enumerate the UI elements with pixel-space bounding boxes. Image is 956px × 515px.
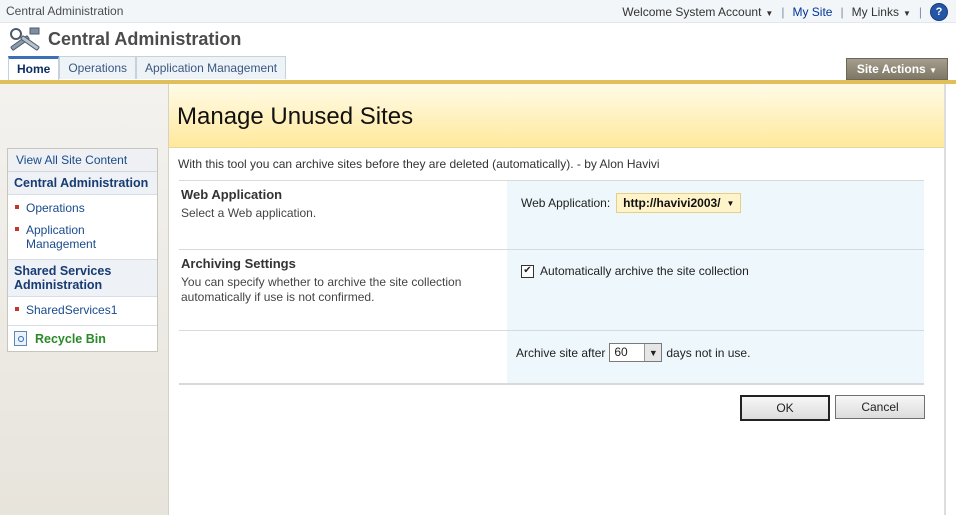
left-navigation: View All Site Content Central Administra… <box>0 84 169 515</box>
nav-item-operations[interactable]: Operations <box>8 197 157 219</box>
nav-item-application-management[interactable]: Application Management <box>8 219 157 255</box>
quick-launch: View All Site Content Central Administra… <box>7 148 158 352</box>
help-icon[interactable]: ? <box>930 3 948 21</box>
auto-archive-label: Automatically archive the site collectio… <box>540 264 749 278</box>
top-nav-tabs: Home Operations Application Management S… <box>0 56 956 84</box>
archive-after-prefix: Archive site after <box>516 345 606 360</box>
section-description: Select a Web application. <box>181 206 317 220</box>
recycle-bin-link[interactable]: Recycle Bin <box>8 326 157 351</box>
nav-item-sharedservices1[interactable]: SharedServices1 <box>8 299 157 321</box>
my-links-label: My Links <box>851 5 899 19</box>
welcome-menu[interactable]: Welcome System Account ▼ <box>622 5 773 19</box>
top-links: Welcome System Account ▼ | My Site | My L… <box>622 3 948 21</box>
tab-operations[interactable]: Operations <box>59 56 137 79</box>
recycle-bin-icon <box>14 331 27 346</box>
section-controls: Archive site after 60 ▼ days not in use. <box>507 331 924 383</box>
view-all-site-content-link[interactable]: View All Site Content <box>8 149 157 172</box>
nav-heading-shared-services[interactable]: Shared Services Administration <box>8 260 157 297</box>
chevron-down-icon: ▼ <box>765 9 774 18</box>
ok-button[interactable]: OK <box>740 395 830 421</box>
nav-heading-central-administration[interactable]: Central Administration <box>8 172 157 195</box>
web-application-selector[interactable]: http://havivi2003/ ▼ <box>616 193 742 213</box>
section-title: Archiving Settings <box>181 256 296 271</box>
separator: | <box>918 5 922 19</box>
section-title: Web Application <box>181 187 283 202</box>
chevron-down-icon: ▼ <box>902 9 911 18</box>
my-site-link[interactable]: My Site <box>792 5 832 19</box>
section-description: You can specify whether to archive the s… <box>181 275 462 304</box>
chevron-down-icon: ▼ <box>726 198 735 208</box>
site-actions-menu[interactable]: Site Actions ▼ <box>845 58 948 80</box>
archive-after-suffix: days not in use. <box>666 345 751 360</box>
welcome-label: Welcome System Account <box>622 5 762 19</box>
separator: | <box>840 5 844 19</box>
page-title-area: Manage Unused Sites <box>169 84 944 148</box>
days-dropdown[interactable]: 60 ▼ <box>609 343 663 362</box>
web-application-value: http://havivi2003/ <box>623 196 721 210</box>
archiving-settings-section: Archiving Settings You can specify wheth… <box>179 249 924 330</box>
web-application-label: Web Application: <box>521 196 611 210</box>
web-application-section: Web Application Select a Web application… <box>179 180 924 249</box>
tab-home[interactable]: Home <box>8 56 60 80</box>
days-value: 60 <box>614 345 628 359</box>
site-actions-label: Site Actions <box>856 62 926 76</box>
site-header: Central Administration <box>8 26 241 52</box>
chevron-down-icon: ▼ <box>644 344 662 361</box>
page-title: Manage Unused Sites <box>177 103 414 130</box>
tools-icon <box>10 27 40 51</box>
section-controls: Web Application: http://havivi2003/ ▼ <box>507 181 924 249</box>
recycle-bin-label: Recycle Bin <box>35 331 106 346</box>
my-links-menu[interactable]: My Links ▼ <box>852 5 911 19</box>
global-top-bar: Central Administration Welcome System Ac… <box>0 0 956 23</box>
content-border <box>944 84 946 515</box>
archive-after-section: Archive site after 60 ▼ days not in use. <box>179 330 924 385</box>
page-description: With this tool you can archive sites bef… <box>178 157 660 171</box>
site-title[interactable]: Central Administration <box>48 29 241 50</box>
section-controls: ✔ Automatically archive the site collect… <box>507 250 924 330</box>
tab-application-management[interactable]: Application Management <box>136 56 287 79</box>
cancel-button[interactable]: Cancel <box>835 395 925 419</box>
separator: | <box>781 5 785 19</box>
chevron-down-icon: ▼ <box>929 66 937 75</box>
auto-archive-checkbox[interactable]: ✔ <box>521 264 534 278</box>
settings-form: Web Application Select a Web application… <box>179 180 924 385</box>
top-brand-label: Central Administration <box>6 4 124 18</box>
